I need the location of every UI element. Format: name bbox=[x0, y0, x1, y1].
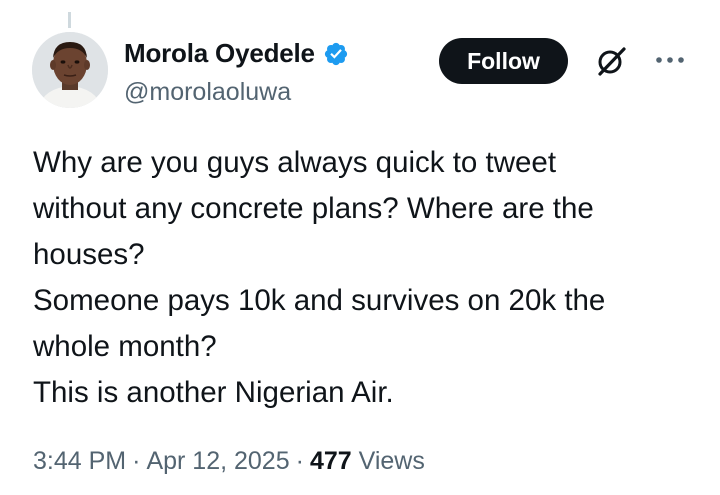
tweet-text-line: houses? bbox=[33, 238, 145, 271]
tweet-text-line: without any concrete plans? Where are th… bbox=[33, 192, 594, 225]
more-horizontal-icon[interactable] bbox=[652, 48, 688, 72]
grok-icon[interactable] bbox=[594, 44, 628, 78]
tweet-text-line: Why are you guys always quick to tweet bbox=[33, 146, 557, 179]
author-handle[interactable]: @morolaoluwa bbox=[124, 78, 291, 107]
avatar[interactable] bbox=[32, 32, 108, 108]
views-label: Views bbox=[358, 447, 425, 475]
meta-separator: · bbox=[132, 447, 141, 475]
follow-button[interactable]: Follow bbox=[439, 38, 568, 84]
tweet-text: Why are you guys always quick to tweet w… bbox=[33, 140, 693, 416]
thread-line bbox=[68, 12, 71, 28]
tweet-text-line: Someone pays 10k and survives on 20k the bbox=[33, 284, 606, 317]
tweet-meta: 3:44 PM · Apr 12, 2025 · 477 Views bbox=[33, 447, 425, 476]
author-name-row: Morola Oyedele bbox=[124, 38, 349, 69]
tweet-time[interactable]: 3:44 PM bbox=[33, 447, 126, 475]
author-display-name[interactable]: Morola Oyedele bbox=[124, 38, 315, 69]
views-count: 477 bbox=[309, 447, 352, 475]
verified-badge-icon bbox=[323, 41, 349, 67]
tweet-text-line: This is another Nigerian Air. bbox=[33, 376, 394, 409]
tweet-date[interactable]: Apr 12, 2025 bbox=[146, 447, 289, 475]
tweet-text-line: whole month? bbox=[33, 330, 217, 363]
tweet-card: Morola Oyedele @morolaoluwa Follow Why a… bbox=[0, 0, 720, 495]
meta-separator: · bbox=[295, 447, 304, 475]
avatar-image bbox=[32, 32, 108, 108]
